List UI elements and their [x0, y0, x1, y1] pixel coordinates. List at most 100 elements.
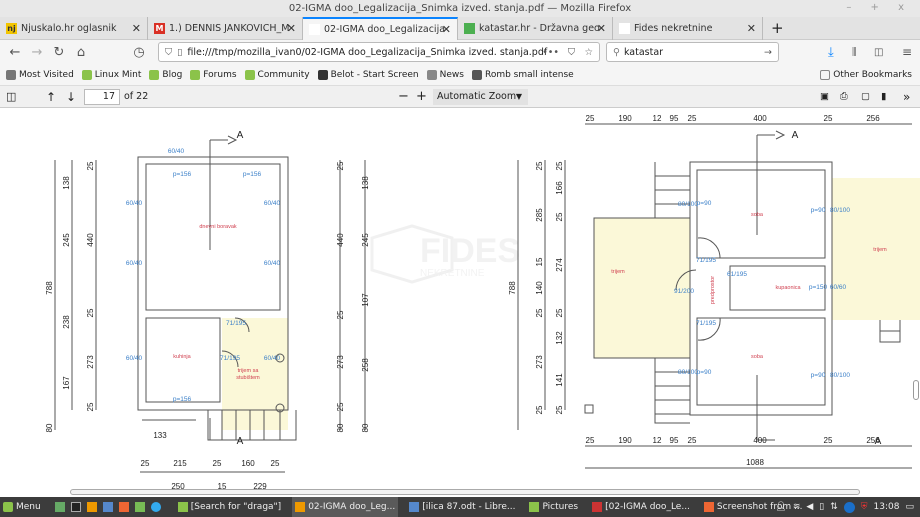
dimension-label: 25 [555, 405, 564, 414]
taskbar-item[interactable]: [Search for "draga"] [175, 497, 284, 517]
taskbar-item[interactable]: [ilica 87.odt - Libre... [406, 497, 518, 517]
vertical-scrollbar[interactable] [912, 108, 920, 488]
tab[interactable]: nj Njuskalo.hr oglasnik ✕ [0, 16, 148, 40]
page-actions-icon[interactable]: ••• [542, 47, 559, 58]
clock: 13:08 [873, 502, 900, 512]
room-label: predprostor [710, 276, 716, 304]
page-icon: ▯ [177, 46, 183, 58]
other-bookmarks[interactable]: Other Bookmarks [820, 69, 912, 80]
tools-icon[interactable]: » [903, 90, 910, 104]
dimension-label: 788 [45, 281, 54, 295]
dimension-label: 788 [508, 281, 517, 295]
opening-label: 71/195 [696, 257, 716, 264]
bookmark-item[interactable]: Most Visited [6, 69, 74, 80]
forward-icon[interactable]: → [26, 45, 48, 60]
history-icon[interactable]: ◷ [128, 45, 150, 60]
save-icon[interactable]: ▢ [861, 91, 870, 102]
pdf-viewer[interactable]: FIDES NEKRETNINE A A A Adnevni boravak kuhin… [0, 108, 920, 496]
pocket-icon[interactable]: ⛉ [568, 47, 575, 58]
zoom-in-button[interactable]: + [416, 89, 427, 104]
battery-icon[interactable]: ▯ [819, 502, 824, 512]
dimension-label: 25 [336, 161, 345, 170]
bookmark-icon [471, 69, 482, 80]
bookmark-item[interactable]: News [426, 69, 464, 80]
hp-icon[interactable] [843, 501, 855, 513]
bookmark-icon[interactable]: ▮ [881, 91, 886, 102]
download-icon[interactable]: ⤓ [828, 45, 834, 60]
close-tab-icon[interactable]: ✕ [442, 23, 451, 36]
app-icon [529, 502, 540, 512]
window-controls[interactable]: – + x [846, 2, 912, 13]
sidebar-toggle-icon[interactable]: ◫ [6, 90, 16, 103]
dimension-label: 440 [336, 233, 345, 247]
bookmark-item[interactable]: Belot - Start Screen [317, 69, 419, 80]
network-icon[interactable]: ⇅ [830, 502, 838, 512]
search-bar[interactable]: ⚲ katastar → [606, 42, 779, 62]
close-tab-icon[interactable]: ✕ [597, 22, 606, 35]
volume-icon[interactable]: ◀ [806, 502, 813, 512]
tab-strip: nj Njuskalo.hr oglasnik ✕ M 1.) DENNIS JANKO… [0, 16, 920, 40]
library-icon[interactable]: ⫼ [852, 47, 857, 58]
tab[interactable]: Fides nekretnine ✕ [613, 16, 763, 40]
search-go-icon[interactable]: → [764, 47, 772, 58]
back-icon[interactable]: ← [4, 45, 26, 60]
zoom-out-button[interactable]: − [398, 89, 409, 104]
dimension-label: 190 [618, 114, 632, 123]
reload-icon[interactable]: ↻ [48, 45, 70, 60]
room-label: dnevni boravak [199, 224, 237, 230]
scrollbar-thumb[interactable] [913, 380, 919, 400]
taskbar-item-label: 02-IGMA doo_Leg... [308, 502, 396, 512]
taskbar-item[interactable]: Pictures [526, 497, 581, 517]
search-input[interactable]: katastar [624, 47, 663, 58]
close-tab-icon[interactable]: ✕ [132, 22, 141, 35]
quick-launch[interactable] [52, 497, 167, 517]
bookmark-item[interactable]: Community [244, 69, 310, 80]
next-page-icon[interactable]: ↓ [66, 90, 76, 104]
tab[interactable]: katastar.hr - Državna geodet✕ [458, 16, 613, 40]
taskbar-item[interactable]: 02-IGMA doo_Leg... [292, 497, 399, 517]
bookmark-icon [244, 69, 255, 80]
horizontal-scrollbar[interactable] [70, 489, 860, 495]
tab[interactable]: M 1.) DENNIS JANKOVICH_Medi✕ [148, 16, 303, 40]
start-menu-button[interactable]: Menu [0, 497, 44, 517]
dimension-label: 12 [653, 436, 662, 445]
floor-plan-drawing: FIDES NEKRETNINE AAAAdnevni boravakkuhin… [45, 114, 920, 491]
page-number-input[interactable]: 17 [84, 89, 120, 105]
taskbar-item-label: [ilica 87.odt - Libre... [422, 502, 516, 512]
close-tab-icon[interactable]: ✕ [287, 22, 296, 35]
previous-page-icon[interactable]: ↑ [46, 90, 56, 104]
close-tab-icon[interactable]: ✕ [747, 22, 756, 35]
dimension-label: 25 [86, 161, 95, 170]
bookmark-item[interactable]: Forums [190, 69, 237, 80]
url-text[interactable]: file:///tmp/mozilla_ivan0/02-IGMA doo_Le… [187, 47, 547, 58]
tab[interactable]: 02-IGMA doo_Legalizacija_Snimk✕ [303, 16, 458, 40]
new-tab-button[interactable]: + [771, 19, 784, 37]
room-label: soba [751, 212, 764, 218]
opening-label: p=90 [697, 200, 712, 207]
update-shield-icon[interactable]: ⛨ [861, 502, 868, 512]
menu-icon[interactable]: ≡ [902, 45, 912, 59]
bookmark-star-icon[interactable]: ☆ [584, 47, 593, 58]
opening-label: 71/195 [220, 355, 240, 362]
dimension-label: 256 [866, 114, 880, 123]
taskbar-item[interactable]: [02-IGMA doo_Le... [589, 497, 693, 517]
presentation-icon[interactable]: ▣ [820, 91, 829, 102]
tab-label: katastar.hr - Državna geodet [479, 22, 600, 34]
other-bookmarks-label: Other Bookmarks [833, 69, 912, 80]
user-icon[interactable]: 👤︎ [775, 502, 786, 512]
print-icon[interactable]: ⎙ [840, 91, 848, 102]
home-icon[interactable]: ⌂ [70, 45, 92, 60]
bookmark-item[interactable]: Romb small intense [471, 69, 574, 80]
bookmark-item[interactable]: Linux Mint [81, 69, 141, 80]
bookmark-item[interactable]: Blog [149, 69, 182, 80]
opening-label: 71/195 [696, 320, 716, 327]
url-bar[interactable]: ⛉ ▯ file:///tmp/mozilla_ivan0/02-IGMA do… [158, 42, 600, 62]
shield-icon[interactable]: ⛉ [165, 47, 172, 58]
wifi-icon[interactable]: ≋ [793, 502, 801, 512]
bookmark-icon [6, 69, 16, 80]
sidebar-icon[interactable]: ◫ [874, 47, 883, 58]
window-title: 02-IGMA doo_Legalizacija_Snimka izved. s… [288, 3, 632, 14]
zoom-select[interactable]: Automatic Zoom ▼ [433, 89, 528, 105]
show-desktop-icon[interactable]: ▭ [905, 502, 914, 512]
dimension-label: 80 [361, 423, 370, 432]
